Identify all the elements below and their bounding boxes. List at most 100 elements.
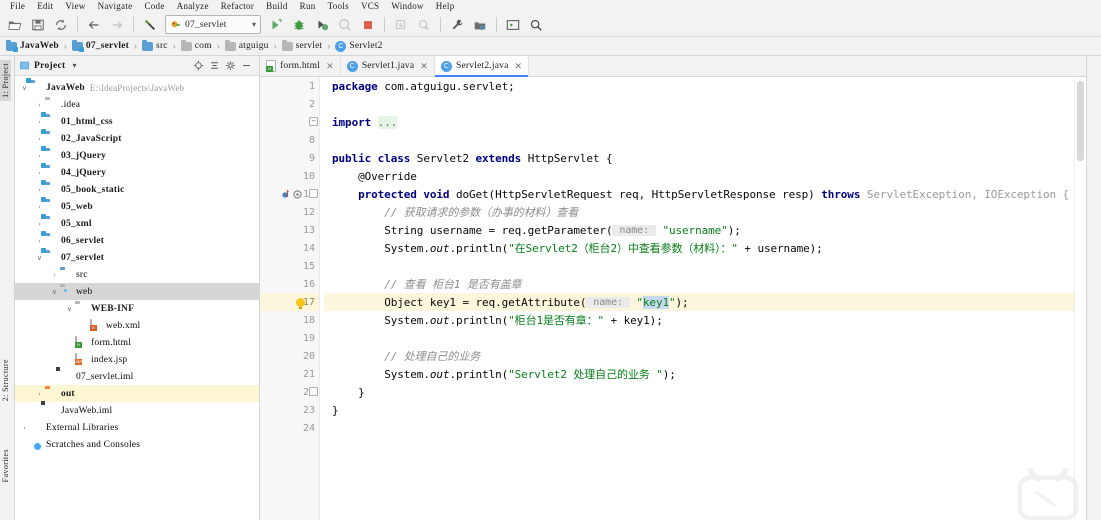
code-line-17[interactable]: Object key1 = req.getAttribute( name: " k…: [324, 293, 1074, 311]
chevron-right-icon[interactable]: ›: [19, 424, 30, 432]
gutter-markers[interactable]: [282, 189, 302, 199]
close-icon[interactable]: ✕: [326, 61, 334, 72]
run-with-coverage-icon[interactable]: [311, 15, 333, 35]
menu-item-code[interactable]: Code: [138, 0, 170, 13]
tree-node-index-jsp[interactable]: JSP index.jsp: [15, 351, 259, 368]
tree-node-form-html[interactable]: Hform.html: [15, 334, 259, 351]
settings-icon[interactable]: [446, 15, 468, 35]
breadcrumb-item-servlet2[interactable]: C Servlet2: [335, 40, 382, 52]
close-icon[interactable]: ✕: [515, 61, 523, 72]
breadcrumb-item-com[interactable]: com: [180, 40, 212, 51]
gutter-line-14[interactable]: 14: [260, 239, 319, 257]
menu-item-vcs[interactable]: VCS: [355, 0, 385, 13]
save-all-icon[interactable]: [27, 15, 49, 35]
project-structure-icon[interactable]: [469, 15, 491, 35]
override-method-icon[interactable]: [293, 189, 302, 199]
open-folder-icon[interactable]: [4, 15, 26, 35]
editor-tab-servlet1-java[interactable]: C Servlet1.java ✕: [341, 56, 436, 76]
chevron-right-icon[interactable]: ›: [34, 152, 45, 160]
chevron-right-icon[interactable]: ›: [34, 237, 45, 245]
code-fold-marker[interactable]: −: [309, 117, 318, 126]
chevron-right-icon[interactable]: ›: [34, 390, 45, 398]
chevron-down-icon[interactable]: ∨: [19, 84, 30, 92]
tree-node-src[interactable]: › src: [15, 266, 259, 283]
gutter-line-17[interactable]: 17: [260, 293, 319, 311]
code-line-15[interactable]: [324, 257, 1074, 275]
code-editor[interactable]: 123−89101112131415161718192021222324 pac…: [260, 77, 1086, 520]
gutter-line-22[interactable]: 22: [260, 383, 319, 401]
gutter-line-18[interactable]: 18: [260, 311, 319, 329]
run-configuration-selector[interactable]: 07_servlet ▾: [165, 15, 261, 34]
locate-icon[interactable]: [193, 60, 204, 71]
menu-item-help[interactable]: Help: [430, 0, 461, 13]
close-icon[interactable]: ✕: [420, 61, 428, 72]
tree-node-05-book-static[interactable]: › 05_book_static: [15, 179, 259, 198]
code-line-12[interactable]: // 获取请求的参数（办事的材料）查看: [324, 203, 1074, 221]
back-icon[interactable]: [83, 15, 105, 35]
gutter-line-19[interactable]: 19: [260, 329, 319, 347]
code-line-24[interactable]: [324, 419, 1074, 437]
tree-node-web-inf[interactable]: ∨ WEB-INF: [15, 300, 259, 317]
chevron-down-icon[interactable]: ∨: [64, 305, 75, 313]
code-fold-marker[interactable]: [309, 189, 318, 198]
chevron-right-icon[interactable]: ›: [34, 203, 45, 211]
code-line-20[interactable]: // 处理自己的业务: [324, 347, 1074, 365]
minimize-icon[interactable]: [241, 60, 252, 71]
code-line-3[interactable]: import ...: [324, 113, 1074, 131]
menu-item-tools[interactable]: Tools: [322, 0, 355, 13]
scrollbar-thumb[interactable]: [1077, 81, 1084, 161]
gutter-line-2[interactable]: 2: [260, 95, 319, 113]
tree-node-05-web[interactable]: › 05_web: [15, 196, 259, 215]
menu-item-file[interactable]: File: [4, 0, 31, 13]
chevron-down-icon[interactable]: ∨: [34, 254, 45, 262]
breadcrumb-item-servlet[interactable]: servlet: [281, 40, 323, 51]
code-line-16[interactable]: // 查看 柜台1 是否有盖章: [324, 275, 1074, 293]
code-text[interactable]: package com.atguigu.servlet; import ... pu…: [320, 77, 1074, 520]
tree-node-javaweb[interactable]: ∨ JavaWeb E:\IdeaProjects\JavaWeb: [15, 77, 259, 96]
editor-gutter[interactable]: 123−89101112131415161718192021222324: [260, 77, 320, 520]
chevron-right-icon[interactable]: ›: [34, 169, 45, 177]
code-line-2[interactable]: [324, 95, 1074, 113]
tree-node-06-servlet[interactable]: › 06_servlet: [15, 230, 259, 249]
run-icon[interactable]: [265, 15, 287, 35]
code-line-11[interactable]: protected void doGet(HttpServletRequest …: [324, 185, 1074, 203]
tree-node-web-xml[interactable]: Xweb.xml: [15, 317, 259, 334]
project-panel-caret-icon[interactable]: ▾: [72, 61, 76, 70]
gutter-line-16[interactable]: 16: [260, 275, 319, 293]
gutter-line-21[interactable]: 21: [260, 365, 319, 383]
breadcrumb-item-javaweb[interactable]: JavaWeb: [6, 40, 59, 52]
menu-item-view[interactable]: View: [59, 0, 91, 13]
tree-node-04-jquery[interactable]: › 04_jQuery: [15, 162, 259, 181]
code-line-1[interactable]: package com.atguigu.servlet;: [324, 77, 1074, 95]
editor-tab-servlet2-java[interactable]: C Servlet2.java ✕: [435, 56, 530, 77]
code-line-14[interactable]: System. out .println("在Servlet2（柜台2）中查看参数（…: [324, 239, 1074, 257]
gutter-line-15[interactable]: 15: [260, 257, 319, 275]
code-line-13[interactable]: String username = req.getParameter( name…: [324, 221, 1074, 239]
chevron-down-icon[interactable]: ▾: [246, 20, 256, 29]
search-everywhere-icon[interactable]: [525, 15, 547, 35]
editor-tab-form-html[interactable]: Hform.html ✕: [260, 56, 341, 76]
code-fold-marker[interactable]: [309, 387, 318, 396]
tree-node--idea[interactable]: › .idea: [15, 96, 259, 113]
gutter-line-11[interactable]: 11: [260, 185, 319, 203]
breadcrumb-item-07_servlet[interactable]: 07_servlet: [71, 40, 129, 52]
breadcrumb-item-src[interactable]: src: [142, 40, 168, 51]
project-tree[interactable]: ∨ JavaWeb E:\IdeaProjects\JavaWeb › .idea › 01…: [15, 76, 259, 520]
gear-icon[interactable]: [225, 60, 236, 71]
gutter-line-9[interactable]: 9: [260, 149, 319, 167]
editor-vertical-scrollbar[interactable]: [1074, 77, 1086, 520]
gutter-line-13[interactable]: 13: [260, 221, 319, 239]
gutter-line-3[interactable]: 3−: [260, 113, 319, 131]
tree-node-05-xml[interactable]: › 05_xml: [15, 213, 259, 232]
synchronize-icon[interactable]: [50, 15, 72, 35]
chevron-right-icon[interactable]: ›: [34, 101, 45, 109]
code-line-19[interactable]: [324, 329, 1074, 347]
code-line-18[interactable]: System. out .println("柜台1是否有章：" + key1);: [324, 311, 1074, 329]
chevron-right-icon[interactable]: ›: [34, 135, 45, 143]
menu-item-build[interactable]: Build: [260, 0, 294, 13]
tree-node-07-servlet-iml[interactable]: 07_servlet.iml: [15, 366, 259, 385]
gutter-line-1[interactable]: 1: [260, 77, 319, 95]
menu-item-run[interactable]: Run: [294, 0, 322, 13]
breakpoint-icon[interactable]: [282, 189, 290, 199]
gutter-line-24[interactable]: 24: [260, 419, 319, 437]
